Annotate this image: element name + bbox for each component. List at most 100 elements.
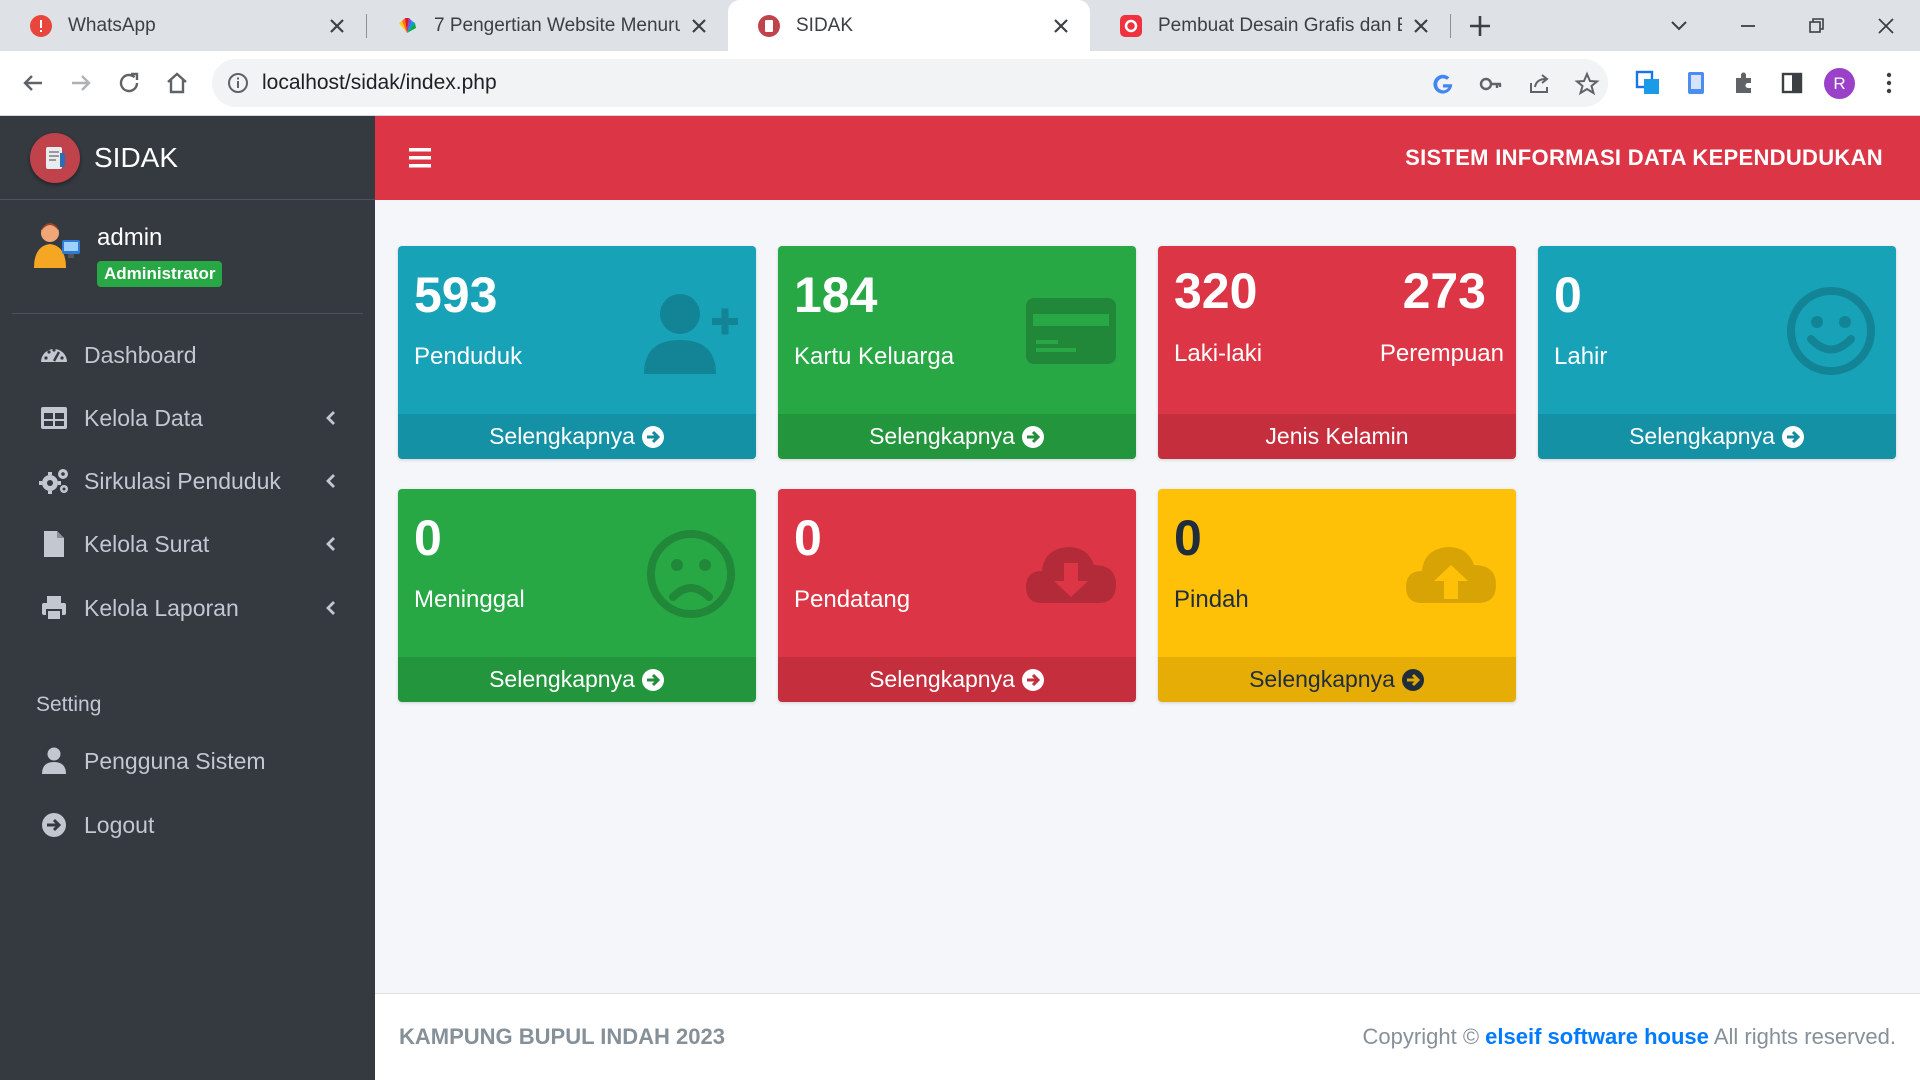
close-tab-icon[interactable] bbox=[326, 15, 348, 37]
stat-label: Kartu Keluarga bbox=[794, 343, 955, 370]
footer-org-name: KAMPUNG BUPUL INDAH 2023 bbox=[399, 1024, 725, 1049]
hamburger-menu-icon[interactable] bbox=[409, 146, 435, 170]
tab-sidak[interactable]: SIDAK bbox=[728, 0, 1090, 51]
more-info-label: Selengkapnya bbox=[1629, 423, 1775, 449]
user-icon bbox=[38, 745, 70, 777]
user-name[interactable]: admin bbox=[97, 224, 162, 252]
stat-box-kartu-keluarga: 184 Kartu Keluarga Selengkapnya bbox=[778, 246, 1136, 459]
stat-label-perempuan: Perempuan bbox=[1379, 340, 1504, 367]
close-tab-icon[interactable] bbox=[1410, 15, 1432, 37]
tab-pengertian-website[interactable]: 7 Pengertian Website Menurut Ahli bbox=[366, 0, 728, 51]
url-omnibox[interactable]: localhost/sidak/index.php bbox=[212, 59, 1608, 107]
sidebar-item-pengguna-sistem[interactable]: Pengguna Sistem bbox=[12, 732, 363, 790]
more-info-label: Selengkapnya bbox=[489, 666, 635, 692]
tab-title: 7 Pengertian Website Menurut Ahli bbox=[434, 14, 680, 36]
table-icon bbox=[38, 402, 70, 434]
sidebar-item-sirkulasi-penduduk[interactable]: Sirkulasi Penduduk bbox=[12, 452, 363, 510]
bookmark-star-icon[interactable] bbox=[1574, 71, 1600, 97]
arrow-circle-right-icon bbox=[1781, 425, 1804, 448]
share-icon[interactable] bbox=[1526, 71, 1552, 97]
sidebar: SIDAK admin Administrator Dashboard Kelo… bbox=[0, 116, 375, 1080]
stat-box-penduduk: 593 Penduduk Selengkapnya bbox=[398, 246, 756, 459]
more-info-link[interactable]: Selengkapnya bbox=[778, 657, 1136, 702]
more-info-link[interactable]: Selengkapnya bbox=[1158, 657, 1516, 702]
tab-title: Pembuat Desain Grafis dan Editor bbox=[1158, 14, 1402, 36]
tab-desain-grafis[interactable]: Pembuat Desain Grafis dan Editor bbox=[1090, 0, 1450, 51]
close-tab-icon[interactable] bbox=[1050, 15, 1072, 37]
browser-menu-kebab-icon[interactable] bbox=[1875, 69, 1903, 97]
google-translate-g-icon[interactable] bbox=[1430, 71, 1456, 97]
user-panel: admin Administrator bbox=[12, 200, 363, 314]
arrow-circle-right-icon bbox=[641, 425, 664, 448]
sidebar-item-kelola-surat[interactable]: Kelola Surat bbox=[12, 515, 363, 573]
stat-label: Meninggal bbox=[414, 586, 525, 613]
back-arrow-icon[interactable] bbox=[18, 68, 48, 98]
sidebar-item-label: Kelola Laporan bbox=[84, 594, 239, 621]
sidebar-item-label: Logout bbox=[84, 811, 155, 838]
more-info-link[interactable]: Selengkapnya bbox=[1538, 414, 1896, 459]
home-icon[interactable] bbox=[162, 68, 192, 98]
browser-tab-bar: WhatsApp 7 Pengertian Website Menurut Ah… bbox=[0, 0, 1920, 51]
stat-box-meninggal: 0 Meninggal Selengkapnya bbox=[398, 489, 756, 702]
more-info-link[interactable]: Selengkapnya bbox=[398, 657, 756, 702]
arrow-circle-right-icon bbox=[1021, 668, 1044, 691]
reload-icon[interactable] bbox=[114, 68, 144, 98]
user-plus-icon bbox=[644, 294, 738, 374]
user-avatar-icon[interactable] bbox=[30, 220, 82, 272]
stat-label-laki-laki: Laki-laki bbox=[1174, 340, 1263, 367]
close-window-icon[interactable] bbox=[1872, 12, 1900, 40]
sidebar-item-dashboard[interactable]: Dashboard bbox=[12, 326, 363, 384]
new-tab-plus-icon[interactable] bbox=[1466, 12, 1494, 40]
credit-card-icon bbox=[1026, 298, 1116, 364]
stat-box-pendatang: 0 Pendatang Selengkapnya bbox=[778, 489, 1136, 702]
sidebar-item-kelola-laporan[interactable]: Kelola Laporan bbox=[12, 579, 363, 637]
stat-box-pindah: 0 Pindah Selengkapnya bbox=[1158, 489, 1516, 702]
print-icon bbox=[38, 592, 70, 624]
sidebar-item-logout[interactable]: Logout bbox=[12, 796, 363, 854]
brand-link[interactable]: SIDAK bbox=[0, 116, 375, 200]
cloud-upload-icon bbox=[1406, 547, 1496, 603]
close-tab-icon[interactable] bbox=[688, 15, 710, 37]
url-text: localhost/sidak/index.php bbox=[262, 71, 497, 94]
minimize-icon[interactable] bbox=[1734, 12, 1762, 40]
more-info-link[interactable]: Selengkapnya bbox=[778, 414, 1136, 459]
company-link[interactable]: elseif software house bbox=[1485, 1024, 1709, 1049]
browser-address-bar: localhost/sidak/index.php R bbox=[0, 51, 1920, 116]
sidebar-item-label: Kelola Data bbox=[84, 404, 203, 431]
logout-arrow-circle-icon bbox=[38, 809, 70, 841]
user-role-badge: Administrator bbox=[97, 261, 223, 287]
copyright-suffix: All rights reserved. bbox=[1713, 1024, 1896, 1049]
more-info-link[interactable]: Selengkapnya bbox=[398, 414, 756, 459]
sidebar-item-label: Pengguna Sistem bbox=[84, 747, 266, 774]
stat-value: 0 bbox=[1554, 267, 1582, 323]
forward-arrow-icon[interactable] bbox=[66, 68, 96, 98]
stat-label: Pendatang bbox=[794, 586, 911, 613]
arrow-circle-right-icon bbox=[1021, 425, 1044, 448]
tab-separator bbox=[1450, 14, 1451, 38]
tab-whatsapp[interactable]: WhatsApp bbox=[0, 0, 366, 51]
mobile-extension-icon[interactable] bbox=[1682, 69, 1710, 97]
stat-value-perempuan: 273 bbox=[1402, 263, 1486, 319]
footer-copyright: Copyright © elseif software house All ri… bbox=[1363, 1024, 1896, 1050]
gender-footer: Jenis Kelamin bbox=[1158, 414, 1516, 459]
system-title: SISTEM INFORMASI DATA KEPENDUDUKAN bbox=[1405, 145, 1883, 170]
stat-value: 184 bbox=[794, 267, 878, 323]
site-info-icon[interactable] bbox=[226, 71, 250, 95]
translate-extension-icon[interactable] bbox=[1634, 69, 1662, 97]
arrow-circle-right-icon bbox=[1401, 668, 1424, 691]
side-panel-icon[interactable] bbox=[1778, 69, 1806, 97]
profile-avatar[interactable]: R bbox=[1824, 68, 1855, 99]
stat-value: 593 bbox=[414, 267, 498, 323]
stat-value: 0 bbox=[794, 510, 822, 566]
sidak-logo-icon bbox=[30, 132, 80, 183]
restore-icon[interactable] bbox=[1802, 12, 1830, 40]
main-footer: KAMPUNG BUPUL INDAH 2023 Copyright © els… bbox=[375, 993, 1920, 1080]
sidebar-item-kelola-data[interactable]: Kelola Data bbox=[12, 389, 363, 447]
password-key-icon[interactable] bbox=[1478, 71, 1504, 97]
main-header-navbar: SISTEM INFORMASI DATA KEPENDUDUKAN bbox=[375, 116, 1920, 200]
cloud-download-icon bbox=[1026, 547, 1116, 603]
tab-search-chevron-icon[interactable] bbox=[1665, 12, 1693, 40]
brand-name: SIDAK bbox=[94, 141, 179, 173]
chevron-left-icon bbox=[326, 474, 335, 488]
extensions-puzzle-icon[interactable] bbox=[1730, 69, 1758, 97]
